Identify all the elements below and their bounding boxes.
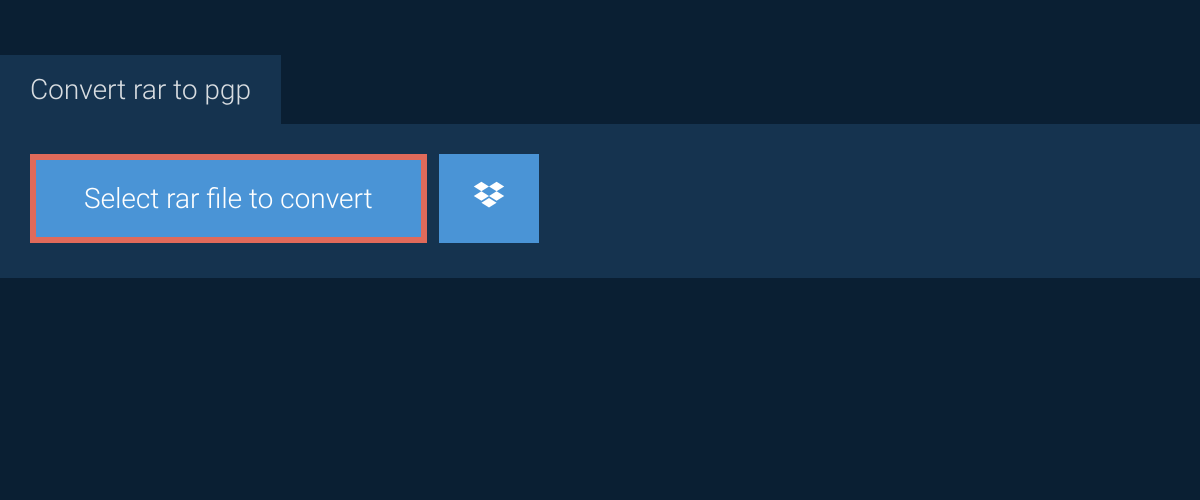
dropbox-button[interactable] bbox=[439, 154, 539, 243]
select-file-label: Select rar file to convert bbox=[84, 182, 373, 215]
dropbox-icon bbox=[470, 178, 508, 219]
tab-title: Convert rar to pgp bbox=[30, 73, 251, 106]
select-file-button[interactable]: Select rar file to convert bbox=[30, 154, 427, 243]
upload-panel: Select rar file to convert bbox=[0, 124, 1200, 278]
tab-convert[interactable]: Convert rar to pgp bbox=[0, 55, 281, 124]
